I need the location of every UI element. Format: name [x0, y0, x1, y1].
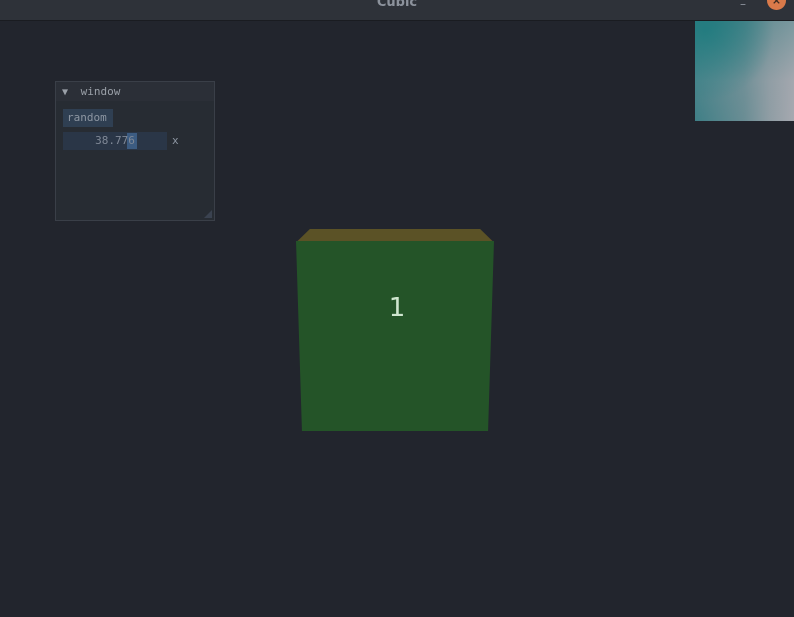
- slider-label: x: [172, 134, 179, 147]
- minimize-icon: –: [740, 0, 746, 11]
- texture-preview: [695, 21, 794, 121]
- window-title: Cubic: [376, 0, 418, 10]
- minimize-button[interactable]: –: [736, 0, 750, 11]
- title-bar: Cubic – ×: [0, 0, 794, 21]
- cube-label: 1: [388, 293, 406, 323]
- collapse-triangle-icon[interactable]: ▼: [62, 83, 74, 102]
- imgui-window[interactable]: ▼ window random 38.776 x: [55, 81, 215, 221]
- x-slider[interactable]: 38.776: [63, 132, 167, 150]
- cube-front-face: [296, 241, 494, 431]
- slider-value: 38.776: [95, 134, 135, 147]
- resize-grip-icon[interactable]: [204, 210, 212, 218]
- close-icon: ×: [771, 0, 782, 7]
- imgui-window-title: window: [80, 85, 121, 98]
- imgui-window-title-bar[interactable]: ▼ window: [56, 82, 214, 101]
- random-button[interactable]: random: [63, 109, 113, 127]
